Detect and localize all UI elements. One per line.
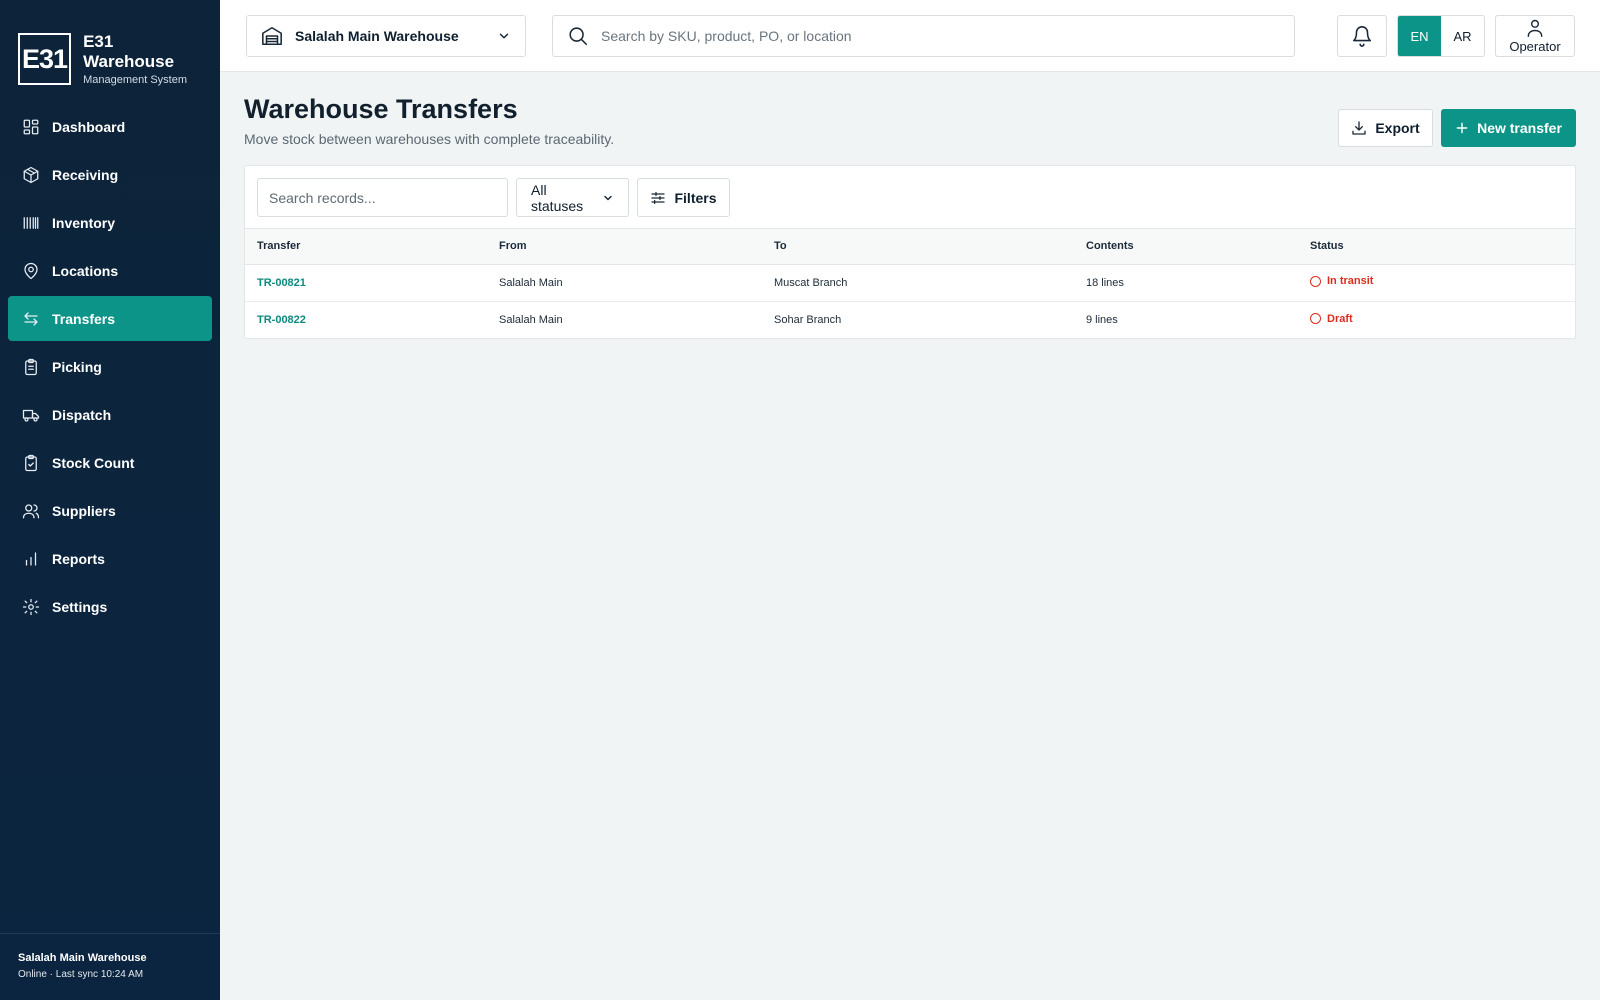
sidebar-item-inventory[interactable]: Inventory bbox=[8, 200, 212, 245]
sidebar-item-transfers[interactable]: Transfers bbox=[8, 296, 212, 341]
dashboard-icon bbox=[22, 118, 40, 136]
column-header[interactable]: Status bbox=[1298, 229, 1575, 265]
table-row[interactable]: TR-00821 Salalah Main Muscat Branch 18 l… bbox=[245, 264, 1575, 302]
topbar: Salalah Main Warehouse EN AR Operator bbox=[220, 0, 1600, 72]
sidebar-item-picking[interactable]: Picking bbox=[8, 344, 212, 389]
export-label: Export bbox=[1375, 120, 1420, 136]
sidebar-item-label: Settings bbox=[52, 598, 108, 615]
footer-warehouse: Salalah Main Warehouse bbox=[18, 952, 147, 964]
warehouse-select[interactable]: Salalah Main Warehouse bbox=[246, 15, 526, 57]
transfers-panel: All statuses Filters Transfer From To Co… bbox=[244, 165, 1576, 339]
contents-cell: 9 lines bbox=[1086, 313, 1118, 326]
transfer-arrows-icon bbox=[22, 310, 40, 328]
sidebar-footer: Salalah Main Warehouse Online · Last syn… bbox=[0, 933, 220, 1000]
global-search-input[interactable] bbox=[601, 28, 1280, 44]
status-circle-icon bbox=[1310, 275, 1321, 287]
transfer-id-link[interactable]: TR-00822 bbox=[257, 314, 306, 326]
to-cell: Sohar Branch bbox=[774, 313, 842, 326]
box-icon bbox=[22, 166, 40, 184]
warehouse-select-value: Salalah Main Warehouse bbox=[295, 28, 459, 44]
sidebar-item-suppliers[interactable]: Suppliers bbox=[8, 488, 212, 533]
sidebar-item-label: Transfers bbox=[52, 310, 116, 327]
user-icon bbox=[1525, 18, 1545, 38]
sidebar-item-locations[interactable]: Locations bbox=[8, 248, 212, 293]
plus-icon bbox=[1455, 121, 1469, 135]
lang-ar-button[interactable]: AR bbox=[1441, 16, 1484, 56]
status-filter-value: All statuses bbox=[531, 181, 584, 214]
sidebar-item-label: Inventory bbox=[52, 214, 116, 231]
brand-logo: E31 bbox=[18, 33, 72, 85]
export-button[interactable]: Export bbox=[1338, 109, 1433, 147]
status-badge: Draft bbox=[1310, 313, 1353, 325]
contents-cell: 18 lines bbox=[1074, 264, 1298, 302]
sidebar-item-receiving[interactable]: Receiving bbox=[8, 152, 212, 197]
sidebar-item-label: Suppliers bbox=[52, 502, 116, 519]
sidebar-item-label: Locations bbox=[52, 262, 119, 279]
sidebar-item-stock-count[interactable]: Stock Count bbox=[8, 440, 212, 485]
chevron-down-icon bbox=[497, 29, 511, 43]
language-toggle: EN AR bbox=[1397, 15, 1485, 57]
barcode-icon bbox=[22, 214, 40, 232]
brand-title: E31 Warehouse bbox=[83, 32, 175, 71]
chevron-down-icon bbox=[602, 192, 614, 204]
transfers-table: Transfer From To Contents Status TR-0082… bbox=[245, 229, 1575, 338]
sidebar-item-settings[interactable]: Settings bbox=[8, 584, 212, 629]
filters-button[interactable]: Filters bbox=[637, 178, 730, 217]
from-cell: Salalah Main bbox=[499, 313, 563, 326]
sidebar-nav: Dashboard Receiving Inventory Locations … bbox=[0, 104, 220, 629]
user-label: Operator bbox=[1509, 39, 1561, 54]
bar-chart-icon bbox=[22, 550, 40, 568]
bell-icon bbox=[1351, 25, 1373, 47]
column-header[interactable]: Contents bbox=[1074, 229, 1298, 265]
sidebar-item-dispatch[interactable]: Dispatch bbox=[8, 392, 212, 437]
sidebar-item-label: Dashboard bbox=[52, 118, 126, 135]
notifications-button[interactable] bbox=[1337, 15, 1387, 57]
status-circle-icon bbox=[1310, 313, 1321, 324]
status-label: Draft bbox=[1327, 312, 1353, 325]
status-badge: In transit bbox=[1310, 275, 1373, 287]
column-header[interactable]: Transfer bbox=[245, 229, 487, 265]
truck-icon bbox=[22, 406, 40, 424]
sidebar-item-reports[interactable]: Reports bbox=[8, 536, 212, 581]
user-menu-button[interactable]: Operator bbox=[1495, 15, 1575, 57]
status-filter-select[interactable]: All statuses bbox=[516, 178, 629, 217]
new-transfer-button[interactable]: New transfer bbox=[1441, 109, 1576, 147]
global-search bbox=[552, 15, 1295, 57]
warehouse-icon bbox=[261, 25, 283, 47]
sidebar-item-label: Picking bbox=[52, 358, 102, 375]
new-transfer-label: New transfer bbox=[1477, 120, 1562, 136]
search-icon bbox=[567, 25, 589, 47]
column-header[interactable]: From bbox=[487, 229, 762, 265]
users-icon bbox=[22, 502, 40, 520]
sidebar-item-label: Reports bbox=[52, 550, 105, 567]
records-search-input[interactable] bbox=[257, 178, 508, 217]
records-toolbar: All statuses Filters bbox=[245, 166, 1575, 229]
page-title: Warehouse Transfers bbox=[244, 94, 518, 124]
gear-icon bbox=[22, 598, 40, 616]
column-header[interactable]: To bbox=[762, 229, 1074, 265]
lang-en-button[interactable]: EN bbox=[1398, 16, 1441, 56]
status-label: In transit bbox=[1327, 275, 1374, 288]
filters-label: Filters bbox=[674, 189, 717, 206]
sliders-icon bbox=[650, 190, 666, 206]
sidebar-item-label: Receiving bbox=[52, 166, 119, 183]
table-header-row: Transfer From To Contents Status bbox=[245, 229, 1575, 265]
sidebar-item-label: Stock Count bbox=[52, 454, 135, 471]
clipboard-check-icon bbox=[22, 454, 40, 472]
brand: E31 E31 Warehouse Management System bbox=[0, 0, 220, 96]
transfer-id-link[interactable]: TR-00821 bbox=[257, 277, 306, 289]
to-cell: Muscat Branch bbox=[762, 264, 1074, 302]
page-subtitle: Move stock between warehouses with compl… bbox=[244, 131, 615, 147]
clipboard-icon bbox=[22, 358, 40, 376]
download-icon bbox=[1351, 120, 1367, 136]
brand-subtitle: Management System bbox=[83, 74, 188, 86]
sidebar: E31 E31 Warehouse Management System Dash… bbox=[0, 0, 220, 1000]
sync-status: Online · Last sync 10:24 AM bbox=[18, 969, 144, 980]
from-cell: Salalah Main bbox=[487, 264, 762, 302]
table-row[interactable]: TR-00822 Salalah Main Sohar Branch 9 lin… bbox=[245, 301, 1575, 338]
sidebar-item-label: Dispatch bbox=[52, 406, 112, 423]
sidebar-item-dashboard[interactable]: Dashboard bbox=[8, 104, 212, 149]
map-pin-icon bbox=[22, 262, 40, 280]
